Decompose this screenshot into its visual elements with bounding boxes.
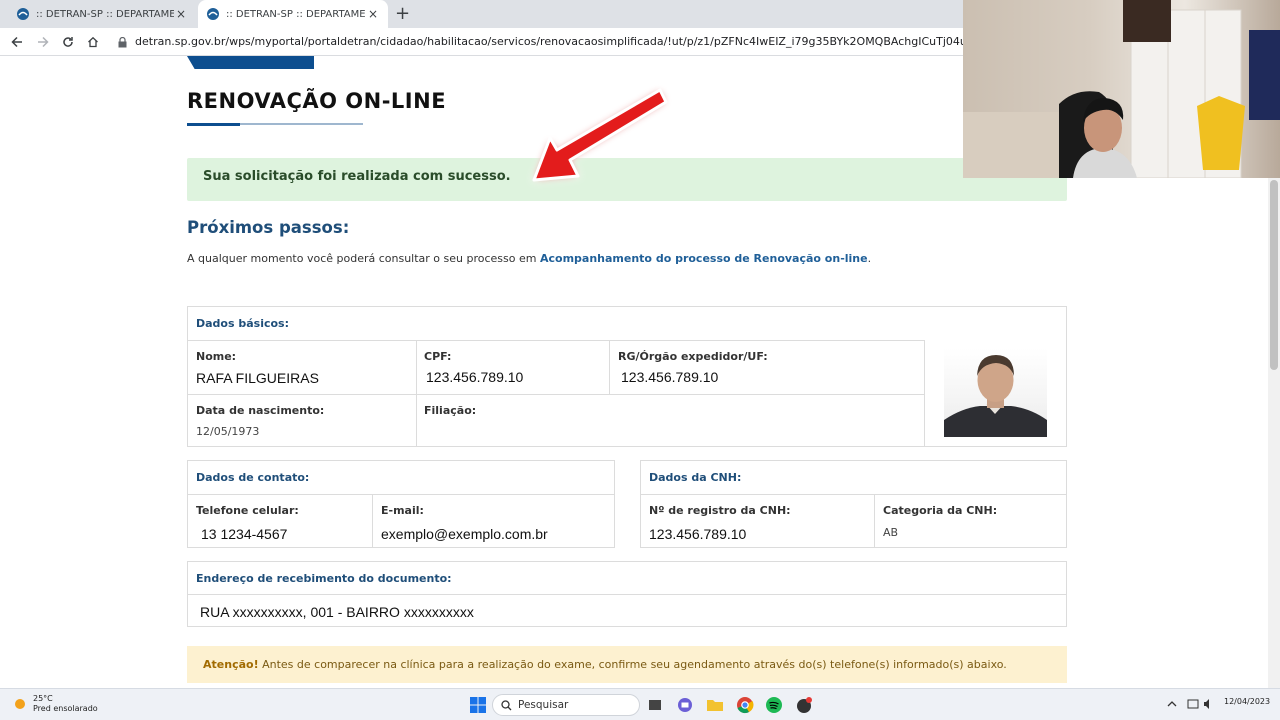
row-divider (188, 394, 924, 395)
col-divider (924, 340, 925, 447)
title-underline (187, 123, 363, 126)
person-photo-icon (944, 355, 1047, 437)
success-message: Sua solicitação foi realizada com sucess… (203, 169, 511, 184)
close-tab-icon[interactable]: × (366, 7, 380, 21)
next-steps-text: A qualquer momento você poderá consultar… (187, 252, 872, 265)
address-header: Endereço de recebimento do documento: (196, 572, 452, 585)
browser-tab-1[interactable]: :: DETRAN-SP :: DEPARTAMENTO × (8, 0, 196, 28)
temperature: 25°C (33, 694, 53, 703)
row-divider (641, 494, 1067, 495)
rg-value: 123.456.789.10 (621, 369, 719, 385)
contact-data-panel: Dados de contato: Telefone celular: 13 1… (187, 460, 615, 548)
profile-photo (944, 348, 1047, 437)
row-divider (188, 594, 1067, 595)
birth-date-label: Data de nascimento: (196, 404, 325, 417)
name-label: Nome: (196, 350, 237, 363)
cnh-registration-label: Nº de registro da CNH: (649, 504, 791, 517)
browser-tab-title: :: DETRAN-SP :: DEPARTAMENTO (36, 8, 174, 20)
row-divider (188, 494, 615, 495)
cnh-category-value: AB (883, 526, 899, 539)
cnh-category-label: Categoria da CNH: (883, 504, 998, 517)
scrollbar-thumb[interactable] (1270, 180, 1278, 370)
back-arrow-icon[interactable] (8, 33, 26, 51)
weather-description: Pred ensolarado (33, 704, 98, 713)
search-icon (501, 699, 512, 710)
rg-label: RG/Órgão expedidor/UF: (618, 350, 768, 363)
page-title: RENOVAÇÃO ON-LINE (187, 89, 447, 113)
chat-icon[interactable] (676, 696, 694, 714)
phone-label: Telefone celular: (196, 504, 299, 517)
attention-text: Antes de comparecer na clínica para a re… (258, 658, 1007, 671)
detran-favicon-icon (17, 8, 29, 20)
tracking-link[interactable]: Acompanhamento do processo de Renovação … (540, 252, 868, 265)
phone-value: 13 1234-4567 (201, 526, 288, 542)
next-steps-title: Próximos passos: (187, 218, 350, 237)
taskbar-clock[interactable]: 12/04/2023 (1224, 697, 1270, 707)
url-text: detran.sp.gov.br/wps/myportal/portaldetr… (135, 35, 963, 48)
file-explorer-icon[interactable] (706, 696, 724, 714)
contact-data-header: Dados de contato: (196, 471, 310, 484)
sun-icon (15, 699, 25, 709)
task-view-icon[interactable] (646, 696, 664, 714)
email-label: E-mail: (381, 504, 424, 517)
search-placeholder: Pesquisar (518, 699, 569, 711)
cpf-label: CPF: (424, 350, 452, 363)
col-divider (609, 340, 610, 394)
email-value: exemplo@exemplo.com.br (381, 526, 548, 542)
address-value: RUA xxxxxxxxxx, 001 - BAIRRO xxxxxxxxxx (200, 604, 474, 620)
attention-strong: Atenção! (203, 658, 259, 671)
windows-taskbar: 25°C Pred ensolarado Pesquisar 12/04/202… (0, 688, 1280, 720)
browser-tab-title: :: DETRAN-SP :: DEPARTAMENTO (226, 8, 366, 20)
taskbar-date: 12/04/2023 (1224, 697, 1271, 706)
parentage-label: Filiação: (424, 404, 477, 417)
url-field[interactable]: detran.sp.gov.br/wps/myportal/portaldetr… (118, 32, 963, 52)
col-divider (874, 494, 875, 548)
spotify-icon[interactable] (765, 696, 783, 714)
cnh-data-panel: Dados da CNH: Nº de registro da CNH: 123… (640, 460, 1067, 548)
header-stripe (187, 56, 314, 69)
col-divider (372, 494, 373, 548)
row-divider (188, 340, 924, 341)
basic-data-header: Dados básicos: (196, 317, 290, 330)
forward-arrow-icon[interactable] (34, 33, 52, 51)
chevron-up-icon[interactable] (1166, 698, 1178, 710)
webcam-scene-icon (963, 0, 1280, 178)
chrome-icon[interactable] (736, 696, 754, 714)
webcam-overlay (963, 0, 1280, 178)
app-icon[interactable] (795, 696, 813, 714)
browser-tab-2-active[interactable]: :: DETRAN-SP :: DEPARTAMENTO × (198, 0, 388, 28)
windows-start-icon[interactable] (469, 696, 487, 714)
red-arrow-annotation-icon (532, 88, 668, 182)
new-tab-button[interactable]: + (395, 4, 410, 24)
attention-alert: Atenção! Antes de comparecer na clínica … (187, 646, 1067, 683)
home-icon[interactable] (84, 33, 102, 51)
lock-icon (118, 36, 127, 47)
cpf-value: 123.456.789.10 (426, 369, 524, 385)
reload-icon[interactable] (59, 33, 77, 51)
birth-date-value: 12/05/1973 (196, 425, 260, 438)
cnh-data-header: Dados da CNH: (649, 471, 742, 484)
taskbar-search[interactable]: Pesquisar (492, 694, 640, 716)
close-tab-icon[interactable]: × (174, 7, 188, 21)
address-panel: Endereço de recebimento do documento: RU… (187, 561, 1067, 627)
cnh-registration-value: 123.456.789.10 (649, 526, 747, 542)
weather-widget[interactable]: 25°C Pred ensolarado (12, 694, 98, 714)
name-value: RAFA FILGUEIRAS (196, 370, 319, 386)
basic-data-panel: Dados básicos: Nome: RAFA FILGUEIRAS CPF… (187, 306, 1067, 447)
detran-favicon-icon (207, 8, 219, 20)
network-volume-icon[interactable] (1187, 698, 1215, 710)
